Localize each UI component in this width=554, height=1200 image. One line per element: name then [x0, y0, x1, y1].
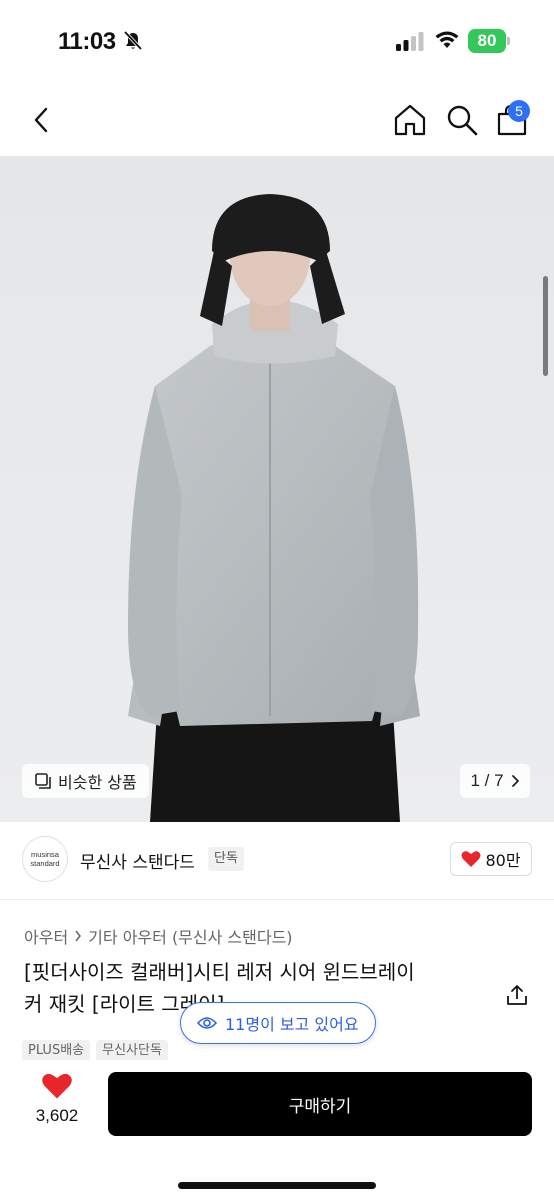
product-photo — [0, 156, 554, 822]
wishlist-button[interactable]: 3,602 — [26, 1072, 88, 1126]
brand-logo[interactable]: musinsa standard — [22, 836, 68, 882]
brand-logo-line1: musinsa — [31, 850, 59, 859]
viewers-toast: 11명이 보고 있어요 — [180, 1002, 376, 1044]
similar-products-button[interactable]: 비슷한 상품 — [22, 764, 149, 798]
cart-count-badge: 5 — [508, 100, 530, 122]
status-bar: 11:03 80 — [0, 0, 554, 84]
battery-icon: 80 — [468, 29, 506, 53]
battery-cap — [507, 37, 510, 45]
breadcrumb-item-outer[interactable]: 아우터 — [24, 924, 68, 948]
breadcrumb-item-other-outer[interactable]: 기타 아우터 (무신사 스탠다드) — [88, 924, 292, 948]
brand-row: musinsa standard 무신사 스탠다드 단독 80만 — [0, 822, 554, 900]
tag-plus-delivery: PLUS배송 — [22, 1040, 91, 1062]
status-time: 11:03 — [58, 28, 116, 55]
tag-musinsa-exclusive: 무신사단독 — [96, 1040, 168, 1062]
product-image[interactable]: 비슷한 상품 1 / 7 — [0, 156, 554, 822]
signal-icon — [396, 32, 424, 51]
brand-like-count: 80만 — [485, 851, 521, 870]
stack-icon — [35, 773, 51, 789]
chevron-left-icon — [34, 107, 48, 133]
similar-products-label: 비슷한 상품 — [58, 773, 137, 792]
top-nav: 5 — [0, 84, 554, 156]
heart-icon — [461, 851, 481, 867]
heart-icon — [42, 1073, 72, 1099]
buy-button[interactable]: 구매하기 — [108, 1072, 532, 1136]
home-icon[interactable] — [392, 102, 428, 138]
bell-slash-icon — [123, 30, 143, 51]
back-button[interactable] — [24, 102, 58, 138]
scroll-indicator[interactable] — [543, 276, 548, 376]
chevron-right-icon — [511, 775, 519, 787]
wishlist-count: 3,602 — [35, 1106, 79, 1125]
viewers-label: 11명이 보고 있어요 — [225, 1015, 359, 1034]
image-pager-label: 1 / 7 — [470, 771, 504, 790]
chevron-right-icon — [75, 930, 82, 942]
share-icon[interactable] — [504, 982, 530, 1008]
image-pager-button[interactable]: 1 / 7 — [460, 764, 530, 798]
search-icon[interactable] — [444, 102, 480, 138]
product-tags: PLUS배송 무신사단독 — [22, 1040, 168, 1062]
product-title-line1: [핏더사이즈 컬래버]시티 레저 시어 윈드브레이 — [24, 960, 415, 984]
breadcrumb: 아우터 기타 아우터 (무신사 스탠다드) — [24, 924, 293, 948]
home-indicator — [178, 1182, 376, 1189]
wifi-icon — [435, 31, 459, 48]
eye-icon — [197, 1017, 217, 1029]
brand-exclusive-badge: 단독 — [208, 847, 244, 871]
bottom-purchase-bar: 3,602 구매하기 — [0, 1060, 554, 1200]
brand-like-button[interactable]: 80만 — [450, 842, 532, 876]
brand-name-link[interactable]: 무신사 스탠다드 — [80, 848, 195, 873]
brand-logo-line2: standard — [30, 859, 60, 868]
